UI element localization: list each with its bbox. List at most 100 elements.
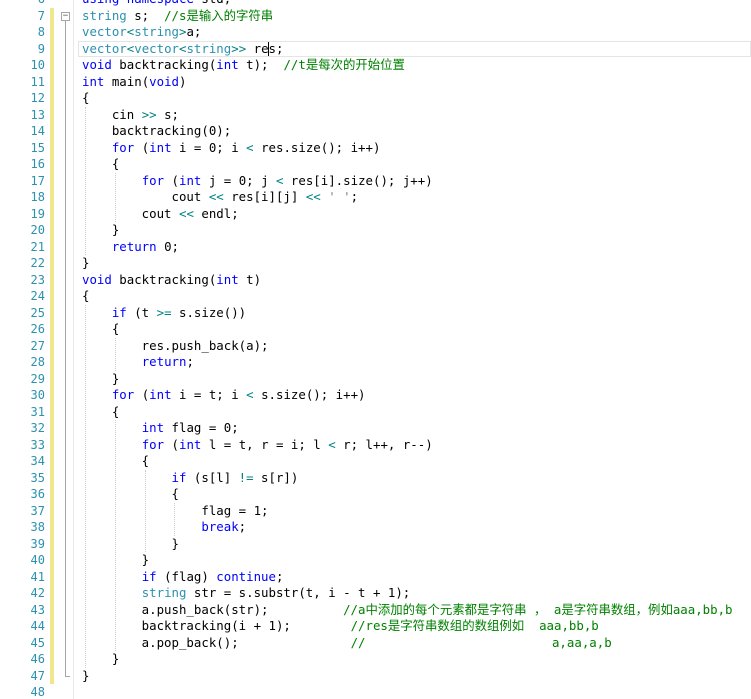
code-token: s.size(); i++) — [253, 387, 366, 402]
code-token: void — [82, 271, 112, 287]
code-text: vector<string>a; — [82, 24, 201, 41]
code-text: } — [82, 371, 119, 388]
code-token: != — [238, 469, 254, 485]
code-line[interactable]: 14 backtracking(0); — [0, 123, 751, 140]
code-line[interactable]: 40 } — [0, 552, 751, 569]
code-line[interactable]: 44 backtracking(i + 1); //res是字符串数组的数组例如… — [0, 618, 751, 635]
code-line[interactable]: 7 string s; //s是输入的字符串 — [0, 8, 751, 25]
code-line[interactable]: 46 } — [0, 651, 751, 668]
code-line[interactable]: 27 res.push_back(a); — [0, 338, 751, 355]
line-number: 26 — [30, 322, 45, 336]
code-token: int — [216, 271, 239, 287]
code-view[interactable]: 6 using namespace std; 7 string s; //s是输入的字… — [0, 0, 751, 699]
code-token: < — [246, 387, 254, 402]
code-line[interactable]: 32 int flag = 0; — [0, 420, 751, 437]
code-line[interactable]: 31 { — [0, 404, 751, 421]
code-token: { — [82, 156, 120, 171]
code-line[interactable]: 12 { — [0, 90, 751, 107]
code-token: { — [82, 90, 90, 105]
code-token: } — [82, 370, 120, 386]
code-line[interactable]: 26 { — [0, 321, 751, 338]
code-text: { — [82, 404, 119, 421]
line-number: 20 — [30, 223, 45, 237]
line-number: 47 — [30, 668, 45, 683]
code-token: int — [82, 73, 105, 89]
code-token: int — [216, 57, 239, 72]
code-token: cin — [82, 106, 142, 122]
code-text: } — [82, 255, 89, 272]
code-line[interactable]: 8 vector<string>a; — [0, 24, 751, 41]
code-text: string str = s.substr(t, i - t + 1); — [82, 585, 411, 602]
code-token: for — [111, 139, 135, 155]
code-editor[interactable]: 6 using namespace std; 7 string s; //s是输入的字… — [0, 0, 751, 699]
line-number: 23 — [30, 272, 45, 287]
code-line[interactable]: 41 if (flag) continue; — [0, 569, 751, 586]
code-token: //s是输入的字符串 — [164, 7, 274, 23]
indent-guide — [85, 106, 86, 255]
code-line[interactable]: 34 { — [0, 453, 751, 470]
code-line[interactable]: 16 { — [0, 156, 751, 173]
code-line[interactable]: 48 — [0, 684, 751, 699]
code-text: break; — [82, 519, 246, 536]
line-number: 14 — [30, 124, 45, 138]
code-line[interactable]: 39 } — [0, 536, 751, 553]
code-token: ) — [179, 73, 187, 89]
code-line[interactable]: 29 } — [0, 371, 751, 388]
code-text: using namespace std; — [82, 0, 231, 8]
code-token: < — [328, 436, 336, 452]
code-line[interactable]: 42 string str = s.substr(t, i - t + 1); — [0, 585, 751, 602]
code-token: backtracking( — [111, 271, 217, 287]
code-token: t); — [238, 57, 284, 72]
code-line[interactable]: 47} — [0, 668, 751, 685]
line-number: 36 — [30, 487, 45, 501]
code-token: ; — [275, 568, 284, 584]
code-token: r; l++, r--) — [335, 436, 433, 452]
code-token: int — [149, 139, 172, 155]
code-line[interactable]: 13 cin >> s; — [0, 107, 751, 124]
outline-region-end — [65, 675, 70, 677]
code-line[interactable]: 30 for (int i = t; i < s.size(); i++) — [0, 387, 751, 404]
code-line[interactable]: 24 { — [0, 288, 751, 305]
code-line[interactable]: 20 } — [0, 222, 751, 239]
collapse-region-icon[interactable]: − — [61, 11, 70, 21]
code-line[interactable]: 23 void backtracking(int t) — [0, 272, 751, 289]
line-number: 17 — [30, 173, 45, 188]
code-text: cin >> s; — [82, 107, 179, 124]
code-token: l = t, r = i; l — [201, 436, 329, 452]
code-line[interactable]: 17 for (int j = 0; j < res[i].size(); j+… — [0, 173, 751, 190]
code-line[interactable]: 6 using namespace std; — [0, 0, 751, 8]
line-number: 15 — [30, 140, 45, 155]
code-line[interactable]: 21 return 0; — [0, 239, 751, 256]
code-token: res[i].size(); j++) — [283, 172, 433, 188]
line-number: 43 — [30, 602, 45, 617]
line-number: 33 — [30, 437, 45, 452]
code-line[interactable]: 43 a.push_back(str); //a中添加的每个元素都是字符串 ， … — [0, 602, 751, 619]
code-line[interactable]: 15 for (int i = 0; i < res.size(); i++) — [0, 140, 751, 157]
code-line[interactable]: 35 if (s[l] != s[r]) — [0, 470, 751, 487]
code-line[interactable]: 38 break; — [0, 519, 751, 536]
code-line[interactable]: 19 cout << endl; — [0, 206, 751, 223]
code-token: i = 0; i — [171, 139, 247, 155]
code-line[interactable]: 36 { — [0, 486, 751, 503]
code-line[interactable]: 10 void backtracking(int t); //t是每次的开始位置 — [0, 57, 751, 74]
code-text: backtracking(i + 1); //res是字符串数组的数组例如 aa… — [82, 618, 599, 635]
code-text: a.push_back(str); //a中添加的每个元素都是字符串 ， a是字… — [82, 602, 733, 619]
code-line[interactable]: 45 a.pop_back(); // a,aa,a,b — [0, 635, 751, 652]
code-line[interactable]: 25 if (t >= s.size()) — [0, 305, 751, 322]
code-line[interactable]: 18 cout << res[i][j] << ' '; — [0, 189, 751, 206]
code-token: for — [141, 172, 165, 188]
code-line[interactable]: 33 for (int l = t, r = i; l < r; l++, r-… — [0, 437, 751, 454]
code-token: return — [111, 238, 157, 254]
code-token: //t是每次的开始位置 — [283, 57, 405, 72]
code-token: res.push_back(a); — [82, 337, 269, 353]
code-token: endl; — [193, 205, 239, 221]
code-line[interactable]: 28 return; — [0, 354, 751, 371]
code-line[interactable]: 37 flag = 1; — [0, 503, 751, 520]
line-number: 30 — [30, 388, 45, 402]
code-line[interactable]: 22} — [0, 255, 751, 272]
code-token: t) — [238, 271, 262, 287]
code-text: cout << endl; — [82, 206, 239, 223]
code-line[interactable]: 11 int main(void) — [0, 74, 751, 91]
